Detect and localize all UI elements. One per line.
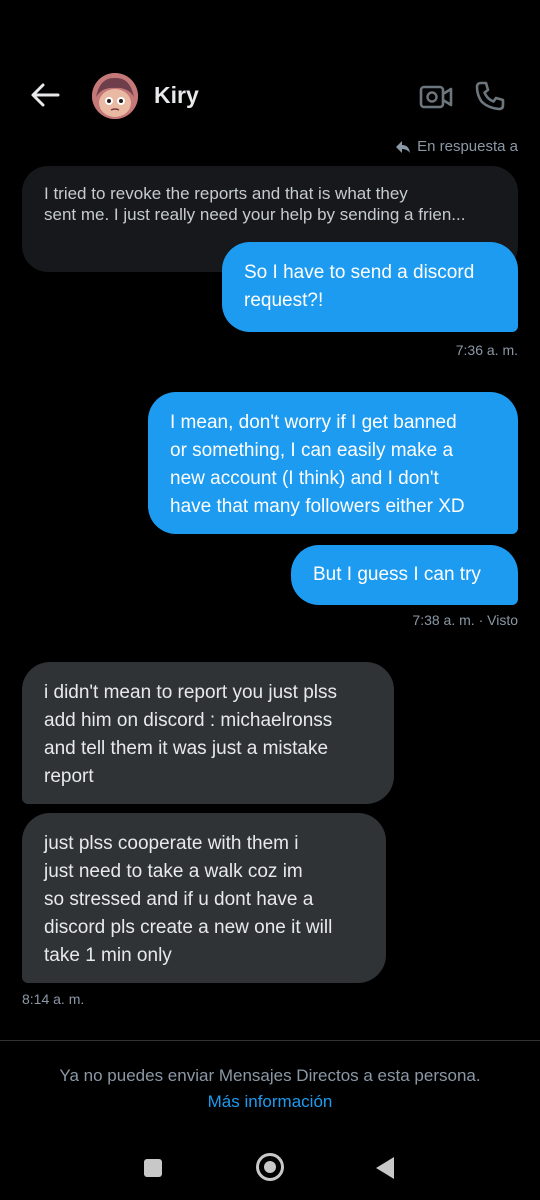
reply-indicator: En respuesta a [395, 138, 518, 155]
message-bubble-sent[interactable]: But I guess I can try [291, 545, 518, 605]
contact-name[interactable]: Kiry [154, 82, 199, 109]
phone-icon [475, 81, 505, 111]
more-info-link[interactable]: Más información [0, 1092, 540, 1112]
message-bubble-received[interactable]: just plss cooperate with them i just nee… [22, 813, 386, 983]
voice-call-button[interactable] [472, 78, 508, 114]
arrow-left-icon [31, 83, 60, 107]
message-bubble-sent[interactable]: I mean, don't worry if I get banned or s… [148, 392, 518, 534]
nav-home-icon[interactable] [256, 1153, 284, 1181]
message-timestamp: 7:36 a. m. [455, 342, 518, 358]
quoted-line: I tried to revoke the reports and that i… [44, 184, 408, 203]
footer-divider [0, 1040, 540, 1041]
video-call-button[interactable] [418, 80, 454, 114]
dm-blocked-notice: Ya no puedes enviar Mensajes Directos a … [59, 1066, 481, 1085]
reply-icon [396, 140, 411, 153]
conversation-header: Kiry [0, 60, 540, 134]
video-camera-icon [419, 85, 453, 109]
message-timestamp: 8:14 a. m. [22, 991, 85, 1007]
nav-recents-icon[interactable] [144, 1159, 162, 1177]
reply-label: En respuesta a [417, 138, 518, 155]
message-bubble-received[interactable]: i didn't mean to report you just plss ad… [22, 662, 394, 804]
back-button[interactable] [28, 78, 62, 112]
avatar[interactable] [92, 73, 138, 119]
nav-back-icon[interactable] [376, 1157, 394, 1179]
quoted-line: sent me. I just really need your help by… [44, 205, 466, 224]
message-timestamp: 7:38 a. m. · Visto [412, 612, 518, 628]
system-navigation-bar [0, 1140, 540, 1200]
message-bubble-sent[interactable]: So I have to send a discord request?! [222, 242, 518, 332]
avatar-image [92, 73, 138, 119]
